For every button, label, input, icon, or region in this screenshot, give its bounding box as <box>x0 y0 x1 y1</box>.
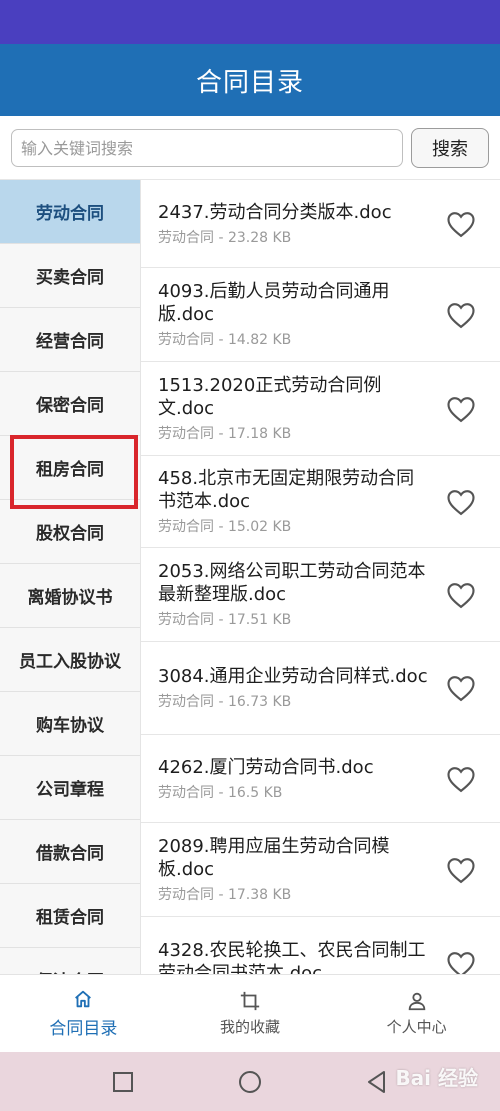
sidebar-item-confidentiality-contract[interactable]: 保密合同 <box>0 372 140 436</box>
tab-personal-center[interactable]: 个人中心 <box>333 975 500 1052</box>
sidebar-item-company-charter[interactable]: 公司章程 <box>0 756 140 820</box>
category-sidebar: 劳动合同 买卖合同 经营合同 保密合同 租房合同 股权合同 离婚协议书 员工入股… <box>0 180 141 974</box>
document-meta: 劳动合同 - 23.28 KB <box>158 229 292 246</box>
heart-icon[interactable] <box>446 674 476 702</box>
search-button[interactable]: 搜索 <box>411 128 489 168</box>
back-icon[interactable] <box>364 1069 390 1095</box>
sidebar-item-labor-contract[interactable]: 劳动合同 <box>0 180 140 244</box>
document-meta: 劳动合同 - 16.5 KB <box>158 784 283 801</box>
list-item[interactable]: 3084.通用企业劳动合同样式.doc 劳动合同 - 16.73 KB <box>141 642 500 735</box>
heart-icon[interactable] <box>446 765 476 793</box>
tab-label: 我的收藏 <box>220 1018 281 1036</box>
recent-apps-icon[interactable] <box>110 1069 136 1095</box>
tab-contract-catalog[interactable]: 合同目录 <box>0 975 167 1052</box>
list-item[interactable]: 4328.农民轮换工、农民合同制工劳动合同书范本.doc <box>141 917 500 974</box>
tab-label: 合同目录 <box>49 1019 118 1039</box>
heart-icon[interactable] <box>446 395 476 423</box>
heart-icon[interactable] <box>446 856 476 884</box>
sidebar-item-employee-share-agreement[interactable]: 员工入股协议 <box>0 628 140 692</box>
list-item[interactable]: 2437.劳动合同分类版本.doc 劳动合同 - 23.28 KB <box>141 180 500 268</box>
document-meta: 劳动合同 - 17.18 KB <box>158 426 292 442</box>
app-header: 合同目录 <box>0 44 500 116</box>
sidebar-item-loan-contract[interactable]: 借款合同 <box>0 820 140 884</box>
document-title: 4093.后勤人员劳动合同通用版.doc <box>158 281 390 325</box>
heart-icon[interactable] <box>446 488 476 516</box>
list-item[interactable]: 458.北京市无固定期限劳动合同书范本.doc 劳动合同 - 15.02 KB <box>141 456 500 548</box>
document-title: 2437.劳动合同分类版本.doc <box>158 201 392 223</box>
sidebar-item-lease-contract[interactable]: 租赁合同 <box>0 884 140 948</box>
sidebar-item-cleaning-contract[interactable]: 保洁合同 <box>0 948 140 974</box>
document-title: 4328.农民轮换工、农民合同制工劳动合同书范本.doc <box>158 940 426 974</box>
search-input[interactable] <box>11 129 403 167</box>
document-title: 2089.聘用应届生劳动合同模板.doc <box>158 836 390 880</box>
document-meta: 劳动合同 - 17.51 KB <box>158 612 292 628</box>
document-title: 3084.通用企业劳动合同样式.doc <box>158 666 428 687</box>
document-meta: 劳动合同 - 14.82 KB <box>158 332 292 348</box>
sidebar-item-equity-contract[interactable]: 股权合同 <box>0 500 140 564</box>
home-button-icon[interactable] <box>237 1069 263 1095</box>
heart-icon[interactable] <box>446 581 476 609</box>
list-item[interactable]: 2053.网络公司职工劳动合同范本最新整理版.doc 劳动合同 - 17.51 … <box>141 548 500 642</box>
watermark: Bai 经验 <box>395 1066 478 1090</box>
user-icon <box>408 992 425 1011</box>
document-title: 4262.厦门劳动合同书.doc <box>158 756 374 778</box>
document-title: 1513.2020正式劳动合同例文.doc <box>158 375 382 419</box>
document-list: 2437.劳动合同分类版本.doc 劳动合同 - 23.28 KB 4093.后… <box>141 180 500 974</box>
document-title: 458.北京市无固定期限劳动合同书范本.doc <box>158 468 415 512</box>
document-title: 2053.网络公司职工劳动合同范本最新整理版.doc <box>158 561 426 605</box>
heart-icon[interactable] <box>446 301 476 329</box>
document-meta: 劳动合同 - 17.38 KB <box>158 887 292 903</box>
heart-icon[interactable] <box>446 210 476 238</box>
tab-my-favorites[interactable]: 我的收藏 <box>167 975 334 1052</box>
sidebar-item-business-contract[interactable]: 经营合同 <box>0 308 140 372</box>
sidebar-item-sales-contract[interactable]: 买卖合同 <box>0 244 140 308</box>
list-item[interactable]: 4093.后勤人员劳动合同通用版.doc 劳动合同 - 14.82 KB <box>141 268 500 362</box>
list-item[interactable]: 2089.聘用应届生劳动合同模板.doc 劳动合同 - 17.38 KB <box>141 823 500 917</box>
sidebar-item-car-purchase-agreement[interactable]: 购车协议 <box>0 692 140 756</box>
document-meta: 劳动合同 - 15.02 KB <box>158 519 292 535</box>
status-bar <box>0 0 500 44</box>
bottom-tab-bar: 合同目录 我的收藏 个人中心 <box>0 974 500 1052</box>
sidebar-item-divorce-agreement[interactable]: 离婚协议书 <box>0 564 140 628</box>
tab-label: 个人中心 <box>386 1018 447 1036</box>
list-item[interactable]: 4262.厦门劳动合同书.doc 劳动合同 - 16.5 KB <box>141 735 500 823</box>
search-bar: 搜索 <box>0 116 500 180</box>
crop-icon <box>240 991 260 1011</box>
page-title: 合同目录 <box>195 67 304 98</box>
document-meta: 劳动合同 - 16.73 KB <box>158 694 292 710</box>
heart-icon[interactable] <box>446 950 476 975</box>
list-item[interactable]: 1513.2020正式劳动合同例文.doc 劳动合同 - 17.18 KB <box>141 362 500 456</box>
home-icon <box>75 990 92 1008</box>
sidebar-item-house-rental-contract[interactable]: 租房合同 <box>0 436 140 500</box>
